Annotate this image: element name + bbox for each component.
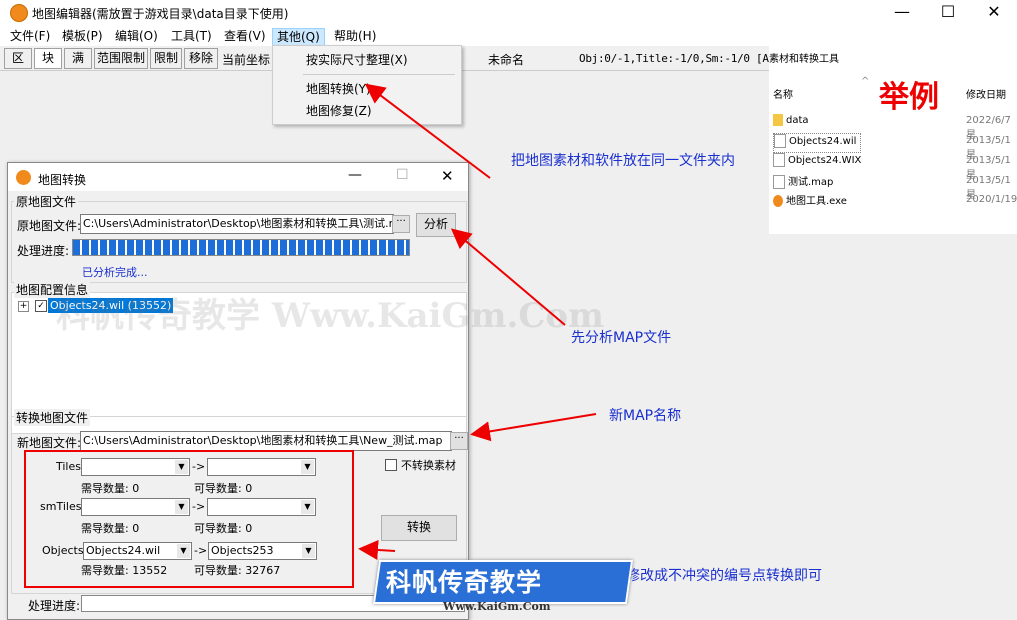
note-same-folder: 把地图素材和软件放在同一文件夹内 bbox=[511, 153, 735, 169]
annotation-arrows bbox=[358, 83, 597, 560]
arrow-to-analyze bbox=[450, 228, 566, 326]
note-new-map-name: 新MAP名称 bbox=[609, 408, 682, 424]
note-analyze-first: 先分析MAP文件 bbox=[571, 330, 672, 346]
banner-title: 科帆传奇教学 bbox=[386, 568, 543, 597]
arrow-to-objects bbox=[358, 539, 396, 560]
note-change-number: 修改成不冲突的编号点转换即可 bbox=[626, 568, 822, 584]
arrow-to-new-map bbox=[470, 413, 597, 442]
banner-url: Www.KaiGm.Com bbox=[443, 600, 551, 613]
arrow-to-map-convert bbox=[364, 83, 491, 179]
